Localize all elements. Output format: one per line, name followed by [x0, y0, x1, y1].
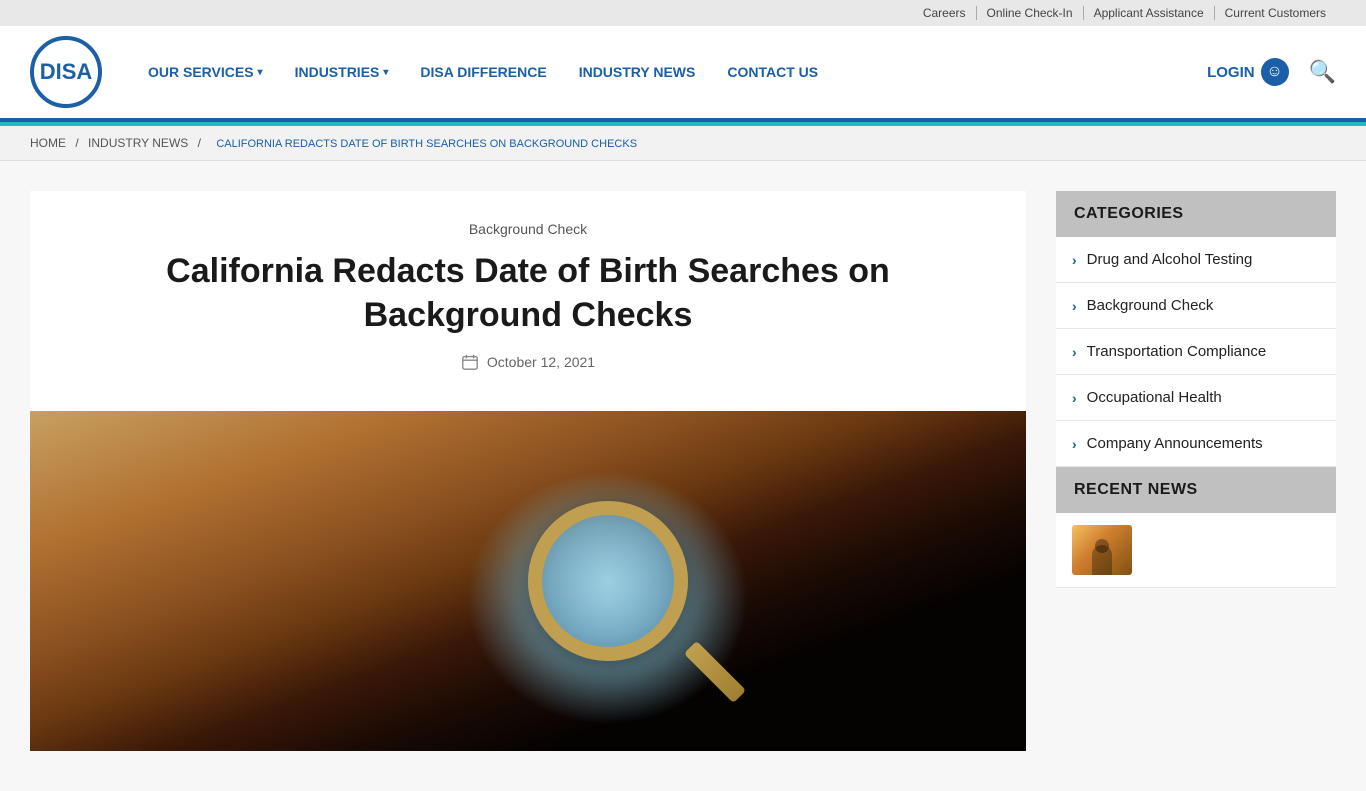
sidebar-item-label: Drug and Alcohol Testing — [1087, 251, 1320, 268]
login-label: LOGIN — [1207, 64, 1255, 81]
nav-industries[interactable]: INDUSTRIES ▾ — [279, 54, 405, 90]
sidebar: CATEGORIES › Drug and Alcohol Testing › … — [1056, 191, 1336, 751]
date-text: October 12, 2021 — [487, 354, 595, 370]
sidebar-item-label: Company Announcements — [1087, 435, 1320, 452]
search-button[interactable]: 🔍 — [1309, 59, 1336, 85]
nav-our-services[interactable]: OUR SERVICES ▾ — [132, 54, 279, 90]
breadcrumb-current: CALIFORNIA REDACTS DATE OF BIRTH SEARCHE… — [216, 138, 637, 150]
calendar-icon — [461, 353, 479, 371]
sidebar-item-label: Occupational Health — [1087, 389, 1320, 406]
services-dropdown-arrow: ▾ — [258, 67, 263, 78]
login-icon: ☺ — [1261, 58, 1289, 86]
top-bar: Careers Online Check-In Applicant Assist… — [0, 0, 1366, 26]
login-button[interactable]: LOGIN ☺ — [1207, 58, 1289, 86]
logo: DISA — [30, 36, 102, 108]
article-header: Background Check California Redacts Date… — [30, 191, 1026, 411]
sidebar-item-company[interactable]: › Company Announcements — [1056, 421, 1336, 467]
article-title: California Redacts Date of Birth Searche… — [90, 249, 966, 337]
article-image — [30, 411, 1026, 751]
sidebar-item-label: Background Check — [1087, 297, 1320, 314]
breadcrumb-home[interactable]: HOME — [30, 136, 66, 150]
nav-disa-difference[interactable]: DISA DIFFERENCE — [404, 54, 562, 90]
arrow-icon: › — [1072, 390, 1077, 406]
recent-news-header: RECENT NEWS — [1056, 467, 1336, 513]
arrow-icon: › — [1072, 344, 1077, 360]
recent-thumb — [1072, 525, 1132, 575]
topbar-customers[interactable]: Current Customers — [1215, 6, 1336, 20]
breadcrumb-news[interactable]: INDUSTRY NEWS — [88, 136, 188, 150]
nav-contact-us[interactable]: CONTACT US — [711, 54, 834, 90]
recent-news-item — [1056, 513, 1336, 588]
sidebar-item-label: Transportation Compliance — [1087, 343, 1320, 360]
main-content: Background Check California Redacts Date… — [30, 191, 1026, 751]
logo-link[interactable]: DISA — [30, 36, 102, 108]
sidebar-categories: CATEGORIES › Drug and Alcohol Testing › … — [1056, 191, 1336, 467]
categories-header: CATEGORIES — [1056, 191, 1336, 237]
sidebar-item-transportation[interactable]: › Transportation Compliance — [1056, 329, 1336, 375]
magnifier-graphic — [528, 501, 688, 661]
article-category: Background Check — [90, 221, 966, 237]
sidebar-item-occupational[interactable]: › Occupational Health — [1056, 375, 1336, 421]
nav-industry-news[interactable]: INDUSTRY NEWS — [563, 54, 712, 90]
header-right: LOGIN ☺ 🔍 — [1207, 58, 1336, 86]
sidebar-item-drug[interactable]: › Drug and Alcohol Testing — [1056, 237, 1336, 283]
industries-dropdown-arrow: ▾ — [383, 67, 388, 78]
article-date: October 12, 2021 — [90, 353, 966, 371]
main-nav: OUR SERVICES ▾ INDUSTRIES ▾ DISA DIFFERE… — [132, 54, 1207, 90]
topbar-careers[interactable]: Careers — [913, 6, 977, 20]
topbar-applicant[interactable]: Applicant Assistance — [1084, 6, 1215, 20]
arrow-icon: › — [1072, 252, 1077, 268]
arrow-icon: › — [1072, 436, 1077, 452]
breadcrumb: HOME / INDUSTRY NEWS / CALIFORNIA REDACT… — [0, 126, 1366, 161]
topbar-checkin[interactable]: Online Check-In — [977, 6, 1084, 20]
arrow-icon: › — [1072, 298, 1077, 314]
site-header: DISA OUR SERVICES ▾ INDUSTRIES ▾ DISA DI… — [0, 26, 1366, 122]
sidebar-item-background[interactable]: › Background Check — [1056, 283, 1336, 329]
page-container: Background Check California Redacts Date… — [0, 161, 1366, 791]
article-image-bg — [30, 411, 1026, 751]
